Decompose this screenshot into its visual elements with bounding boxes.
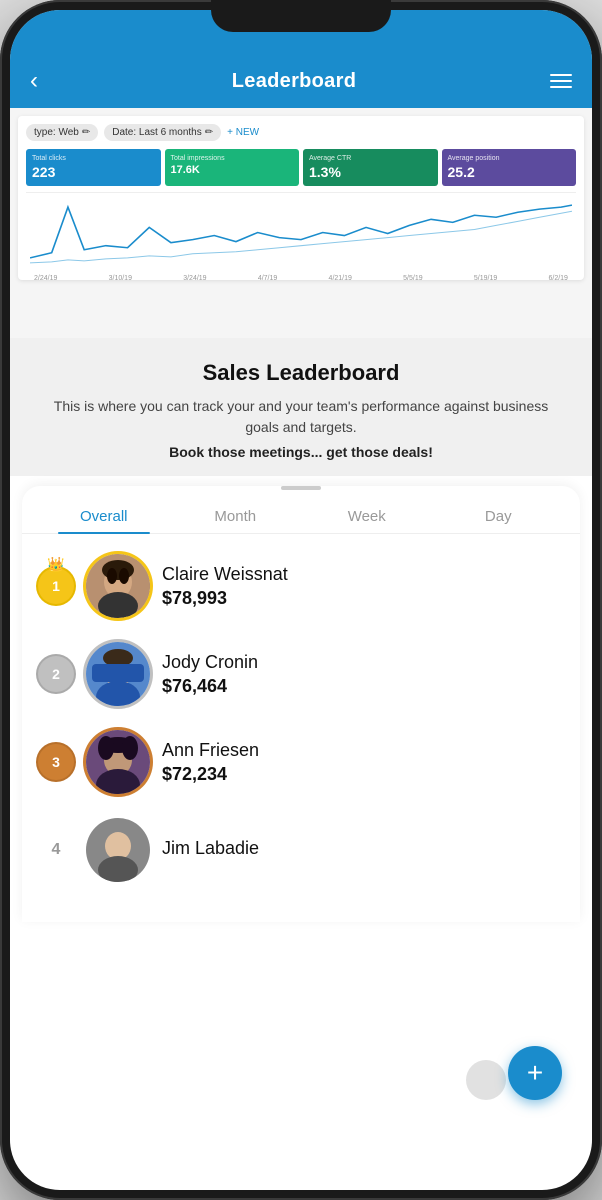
metric-clicks: Total clicks 223: [26, 149, 161, 186]
rank-number-4: 4: [52, 841, 61, 859]
back-button[interactable]: ‹: [30, 67, 38, 95]
person-name-3: Ann Friesen: [162, 740, 564, 761]
phone-screen: ‹ Leaderboard type: Web ✏ Date: Last 6 m…: [10, 10, 592, 1190]
avatar-placeholder-2: [86, 642, 150, 706]
rank-badge-3: 3: [38, 744, 74, 780]
metric-position-label: Average position: [448, 155, 571, 162]
rank-number-1: 1: [52, 578, 60, 594]
avatar-svg-4: [86, 818, 150, 882]
person-info-4: Jim Labadie: [162, 838, 564, 862]
person-name-1: Claire Weissnat: [162, 564, 564, 585]
hamburger-line-1: [550, 74, 572, 76]
date-label-2: 3/24/19: [183, 275, 206, 282]
fab-add-button[interactable]: +: [508, 1046, 562, 1100]
intro-section: Sales Leaderboard This is where you can …: [10, 338, 592, 476]
person-name-4: Jim Labadie: [162, 838, 564, 859]
filter-type-label: type: Web: [34, 127, 79, 138]
screenshot-area: type: Web ✏ Date: Last 6 months ✏ + NEW …: [10, 108, 592, 338]
date-label-3: 4/7/19: [258, 275, 277, 282]
metric-clicks-label: Total clicks: [32, 155, 155, 162]
person-amount-3: $72,234: [162, 764, 564, 785]
avatar-1: [86, 554, 150, 618]
avatar-placeholder-3: [86, 730, 150, 794]
chart-svg: [30, 197, 572, 268]
avatar-placeholder-1: [86, 554, 150, 618]
filter-chip-date[interactable]: Date: Last 6 months ✏: [104, 124, 221, 141]
rank-badge-4: 4: [38, 832, 74, 868]
avatar-svg-2: [86, 642, 150, 706]
tab-month[interactable]: Month: [170, 500, 302, 533]
metric-impressions-value: 17.6K: [171, 164, 294, 176]
person-amount-1: $78,993: [162, 588, 564, 609]
avatar-svg-3: [86, 730, 150, 794]
phone-frame: ‹ Leaderboard type: Web ✏ Date: Last 6 m…: [0, 0, 602, 1200]
filter-bar: type: Web ✏ Date: Last 6 months ✏ + NEW: [26, 124, 576, 141]
date-label-6: 5/19/19: [474, 275, 497, 282]
avatar-3: [86, 730, 150, 794]
person-info-1: Claire Weissnat $78,993: [162, 564, 564, 609]
leaderboard-entry-2: 2 J: [22, 630, 580, 718]
crown-icon: 👑: [47, 556, 64, 573]
menu-button[interactable]: [550, 74, 572, 88]
phone-notch: [211, 0, 391, 32]
rank-number-2: 2: [52, 666, 60, 682]
filter-date-label: Date: Last 6 months: [112, 127, 202, 138]
avatar-2: [86, 642, 150, 706]
metric-clicks-value: 223: [32, 164, 155, 180]
date-label-5: 5/5/19: [403, 275, 422, 282]
filter-date-pencil: ✏: [205, 127, 213, 138]
hamburger-line-3: [550, 86, 572, 88]
hamburger-line-2: [550, 80, 572, 82]
tab-overall[interactable]: Overall: [38, 500, 170, 533]
leaderboard-entry-1: 👑 1: [22, 542, 580, 630]
person-name-2: Jody Cronin: [162, 652, 564, 673]
metric-ctr: Average CTR 1.3%: [303, 149, 438, 186]
rank-badge-1: 👑 1: [38, 568, 74, 604]
intro-title: Sales Leaderboard: [40, 360, 562, 386]
metric-impressions: Total impressions 17.6K: [165, 149, 300, 186]
person-amount-2: $76,464: [162, 676, 564, 697]
intro-description: This is where you can track your and you…: [40, 396, 562, 438]
metrics-row: Total clicks 223 Total impressions 17.6K…: [26, 149, 576, 186]
screenshot-inner: type: Web ✏ Date: Last 6 months ✏ + NEW …: [18, 116, 584, 280]
tab-week[interactable]: Week: [301, 500, 433, 533]
rank-number-3: 3: [52, 754, 60, 770]
header-title: Leaderboard: [232, 70, 356, 93]
tab-day[interactable]: Day: [433, 500, 565, 533]
filter-type-pencil: ✏: [82, 127, 90, 138]
avatar-4: [86, 818, 150, 882]
metric-position-value: 25.2: [448, 164, 571, 180]
fab-ghost: [466, 1060, 506, 1100]
metric-ctr-label: Average CTR: [309, 155, 432, 162]
chart-area: 2/24/19 3/10/19 3/24/19 4/7/19 4/21/19 5…: [26, 192, 576, 272]
filter-chip-type[interactable]: type: Web ✏: [26, 124, 98, 141]
date-label-1: 3/10/19: [109, 275, 132, 282]
person-info-3: Ann Friesen $72,234: [162, 740, 564, 785]
chart-dates: 2/24/19 3/10/19 3/24/19 4/7/19 4/21/19 5…: [30, 275, 572, 282]
leaderboard-entry-4: 4 Jim Labadie: [22, 806, 580, 894]
leaderboard-card: Overall Month Week Day 👑 1: [22, 486, 580, 922]
metric-position: Average position 25.2: [442, 149, 577, 186]
intro-cta: Book those meetings... get those deals!: [40, 444, 562, 460]
metric-impressions-label: Total impressions: [171, 155, 294, 162]
rank-badge-2: 2: [38, 656, 74, 692]
app-header: ‹ Leaderboard: [10, 54, 592, 108]
leaderboard-entry-3: 3: [22, 718, 580, 806]
leaderboard-list: 👑 1: [22, 534, 580, 902]
date-label-7: 6/2/19: [548, 275, 567, 282]
metric-ctr-value: 1.3%: [309, 164, 432, 180]
avatar-svg-1: [86, 554, 150, 618]
avatar-placeholder-4: [86, 818, 150, 882]
date-label-4: 4/21/19: [329, 275, 352, 282]
new-button[interactable]: + NEW: [227, 127, 259, 138]
person-info-2: Jody Cronin $76,464: [162, 652, 564, 697]
tabs-row: Overall Month Week Day: [22, 490, 580, 534]
date-label-0: 2/24/19: [34, 275, 57, 282]
